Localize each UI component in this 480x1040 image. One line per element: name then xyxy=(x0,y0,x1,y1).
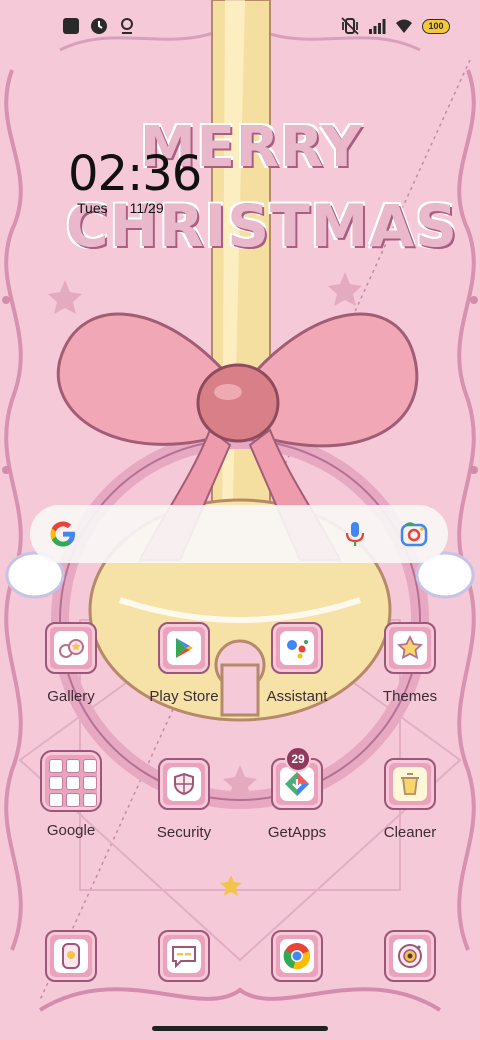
location-pin-icon xyxy=(121,18,133,34)
gallery-tile xyxy=(45,622,97,674)
themes-tile xyxy=(384,622,436,674)
camera-tile xyxy=(384,930,436,982)
gallery-icon xyxy=(59,639,84,658)
google-g-icon xyxy=(50,521,75,547)
app-themes[interactable]: Themes xyxy=(360,622,460,706)
wifi-icon xyxy=(396,19,412,33)
signal-icon xyxy=(369,19,386,34)
clock-widget[interactable]: 02:36 Tues 11/29 xyxy=(68,146,202,216)
chrome-icon xyxy=(283,943,311,970)
app-label-getapps: GetApps xyxy=(267,824,327,841)
phone-tile xyxy=(45,930,97,982)
folder-mini-app xyxy=(66,793,80,807)
security-icon xyxy=(174,772,194,796)
folder-mini-app xyxy=(66,759,80,773)
cleaner-icon xyxy=(401,773,419,795)
dock-camera[interactable] xyxy=(360,930,460,982)
app-folder-google[interactable]: Google xyxy=(21,750,121,840)
app-label-gallery: Gallery xyxy=(47,688,95,705)
folder-mini-app xyxy=(83,759,97,773)
app-cleaner[interactable]: Cleaner xyxy=(360,758,460,842)
clock-date: Tues 11/29 xyxy=(77,200,198,216)
messages-icon xyxy=(172,946,196,968)
home-gesture-bar[interactable] xyxy=(152,1026,328,1031)
app-getapps[interactable]: 29 GetApps xyxy=(247,746,347,842)
app-play-store[interactable]: Play Store xyxy=(134,622,234,706)
play-store-tile xyxy=(158,622,210,674)
security-tile xyxy=(158,758,210,810)
app-gallery[interactable]: Gallery xyxy=(21,622,121,706)
folder-mini-app xyxy=(83,776,97,790)
google-search-bar[interactable] xyxy=(30,505,448,563)
clock-date-value: 11/29 xyxy=(129,200,164,216)
getapps-icon xyxy=(285,772,309,796)
folder-mini-app xyxy=(49,776,63,790)
phone-icon xyxy=(62,943,80,969)
dock-messages[interactable] xyxy=(134,930,234,982)
square-notification-icon xyxy=(63,18,79,34)
folder-mini-app xyxy=(66,776,80,790)
themes-icon xyxy=(397,635,423,660)
clock-day: Tues xyxy=(77,200,108,216)
microphone-icon[interactable] xyxy=(342,520,368,548)
messages-tile xyxy=(158,930,210,982)
assistant-tile xyxy=(271,622,323,674)
chrome-tile xyxy=(271,930,323,982)
app-label-cleaner: Cleaner xyxy=(383,824,437,841)
assistant-icon xyxy=(287,640,308,659)
app-security[interactable]: Security xyxy=(134,758,234,842)
clock-time: 02:36 xyxy=(68,146,202,202)
getapps-tile: 29 xyxy=(271,746,323,810)
dock-chrome[interactable] xyxy=(247,930,347,982)
cleaner-tile xyxy=(384,758,436,810)
folder-mini-app xyxy=(83,793,97,807)
google-lens-icon[interactable] xyxy=(400,521,428,547)
app-label-assistant: Assistant xyxy=(266,688,328,705)
app-label-themes: Themes xyxy=(382,688,438,705)
folder-tile xyxy=(40,750,102,812)
app-label-play-store: Play Store xyxy=(149,688,219,705)
camera-icon xyxy=(398,944,422,968)
battery-indicator: 100 xyxy=(422,18,450,34)
folder-mini-app xyxy=(49,759,63,773)
notification-badge: 29 xyxy=(285,746,311,772)
clock-app-icon xyxy=(91,18,107,34)
app-label-google: Google xyxy=(46,822,96,839)
app-assistant[interactable]: Assistant xyxy=(247,622,347,706)
status-bar: 100 xyxy=(0,0,480,56)
dock-phone[interactable] xyxy=(21,930,121,982)
vibrate-icon xyxy=(341,17,359,35)
app-label-security: Security xyxy=(156,824,212,841)
play-store-icon xyxy=(176,638,193,658)
folder-mini-app xyxy=(49,793,63,807)
